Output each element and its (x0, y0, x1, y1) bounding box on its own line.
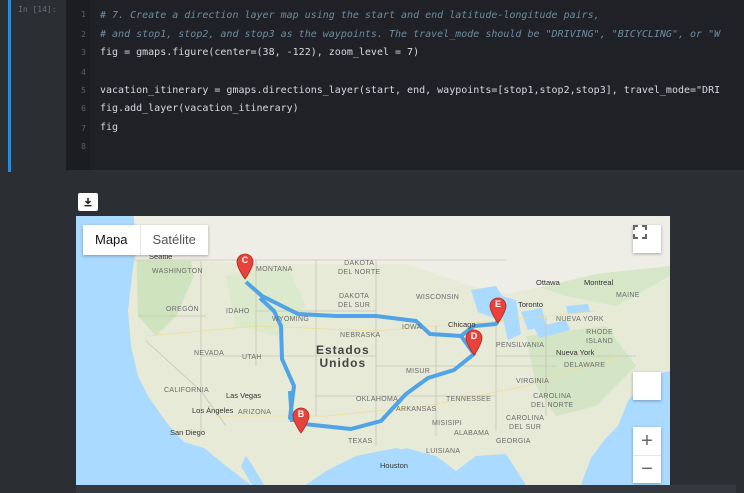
download-button[interactable] (78, 193, 98, 211)
map-label: VIRGINIA (516, 378, 550, 385)
fullscreen-button[interactable] (633, 225, 661, 253)
map-label: CALIFORNIA (164, 387, 210, 394)
map-label: Toronto (518, 300, 544, 309)
map-label: Montreal (584, 278, 614, 287)
line-number: 4 (81, 68, 86, 77)
line-number: 5 (81, 86, 86, 95)
map-label: MONTANA (256, 266, 293, 273)
cell-active-indicator (8, 0, 11, 172)
map-label: WASHINGTON (152, 268, 203, 275)
code-line-comment: # and stop1, stop2, and stop3 as the way… (100, 29, 721, 40)
country-label: Estados Unidos (316, 343, 370, 370)
marker-label: D (470, 331, 478, 341)
code-editor[interactable]: 1 2 3 4 5 6 7 8 # 7. Create a direction … (66, 0, 744, 170)
marker-label: B (297, 409, 305, 419)
line-number: 8 (81, 142, 86, 151)
map-label: LUISIANA (426, 448, 461, 455)
map-label: Houston (380, 461, 408, 470)
map-label: GEORGIA (496, 438, 531, 445)
line-number: 1 (81, 10, 86, 19)
line-number-gutter: 1 2 3 4 5 6 7 8 (66, 0, 90, 170)
map-label: Ottawa (536, 278, 560, 287)
line-number: 2 (81, 30, 86, 39)
code-line: fig = gmaps.figure(center=(38, -122), zo… (100, 47, 420, 58)
map-label: IOWA (402, 324, 422, 331)
code-line: vacation_itinerary = gmaps.directions_la… (100, 85, 721, 96)
map-label: NEVADA (194, 350, 225, 357)
marker-label: E (494, 299, 501, 309)
map-label: ALABAMA (454, 430, 490, 437)
map-label: NUEVA YORK (556, 316, 604, 323)
zoom-out-button[interactable]: − (633, 456, 661, 483)
map-label: CAROLINA DEL SUR (506, 415, 545, 431)
map-label: MAINE (616, 292, 640, 299)
vertical-scrollbar[interactable] (734, 172, 744, 493)
map-widget[interactable]: Seattle WASHINGTON MONTANA DAKOTA DEL NO… (76, 216, 670, 485)
horizontal-scrollbar[interactable] (76, 485, 736, 493)
code-line: fig.add_layer(vacation_itinerary) (100, 103, 299, 114)
map-label: PENSILVANIA (496, 342, 545, 349)
map-label: TEXAS (348, 438, 373, 445)
map-label: Las Vegas (226, 391, 262, 400)
map-label: OREGÓN (166, 306, 199, 313)
code-cell: In [14]: 1 2 3 4 5 6 7 8 # 7. Create a d… (0, 0, 744, 172)
map-label: RHODE ISLAND (586, 329, 614, 345)
map-label: TENNESSEE (446, 396, 492, 403)
download-icon (84, 198, 92, 207)
map-label: OKLAHOMA (356, 396, 399, 403)
line-number: 6 (81, 104, 86, 113)
fullscreen-icon (633, 225, 647, 239)
map-label: DELAWARE (564, 362, 606, 369)
map-label: UTAH (242, 354, 262, 361)
map-type-control: Mapa Satélite (83, 225, 208, 255)
marker-label: C (241, 255, 249, 265)
line-number: 3 (81, 48, 86, 57)
map-label: CAROLINA DEL NORTE (531, 393, 574, 409)
map-label: Nueva York (556, 348, 595, 357)
map-label: DAKOTA DEL SUR (338, 293, 371, 309)
map-label: NEBRASKA (340, 332, 381, 339)
map-label: DAKOTA DEL NORTE (338, 260, 381, 276)
zoom-in-button[interactable]: + (633, 428, 661, 456)
map-label: WISCONSIN (416, 294, 460, 301)
zoom-control: + − (633, 427, 661, 483)
map-label: WYOMING (272, 316, 310, 323)
cell-prompt: In [14]: (18, 5, 57, 14)
map-label: MISUR (406, 368, 431, 375)
map-type-map-button[interactable]: Mapa (83, 225, 140, 255)
line-number: 7 (81, 124, 86, 133)
code-line-comment: # 7. Create a direction layer map using … (100, 10, 600, 21)
map-label: ARKANSAS (396, 406, 437, 413)
map-label: ARIZONA (238, 409, 272, 416)
map-label: IDAHO (226, 308, 250, 315)
map-label: Los Ángeles (192, 406, 234, 415)
code-line: fig (100, 122, 119, 133)
pegman-button[interactable] (633, 372, 661, 400)
map-label: San Diego (170, 428, 206, 437)
map-label: MISISIPI (432, 420, 463, 427)
map-type-satellite-button[interactable]: Satélite (139, 225, 208, 255)
